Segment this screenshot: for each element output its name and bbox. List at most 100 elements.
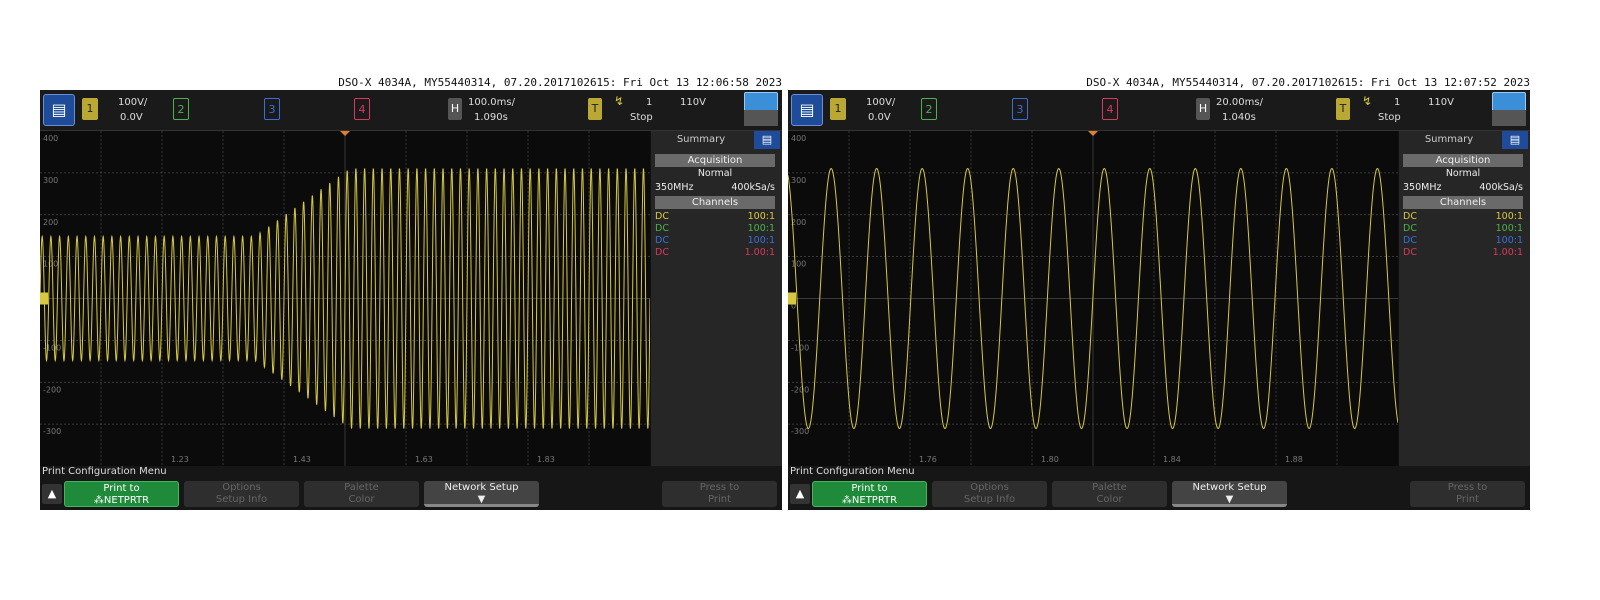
x-tick-label: 1.23 [171, 455, 189, 464]
down-arrow-icon: ▼ [1225, 494, 1234, 505]
channel-2-button[interactable]: 2 [921, 98, 937, 120]
y-tick-label: 100 [791, 260, 806, 269]
time-scale: 20.00ms/ [1216, 97, 1263, 108]
channel-4-button[interactable]: 4 [1102, 98, 1118, 120]
waveform-svg: 400300200100-100-200-3001.23 1.43 1.63 1.83… [40, 131, 650, 466]
waveform-svg: 4003002001000-100-200-3001.76 1.80 1.84 1.8… [788, 131, 1398, 466]
back-arrow-icon[interactable]: ▲ [42, 484, 62, 504]
y-tick-label: 100 [43, 260, 58, 269]
scope-header: DSO-X 4034A, MY55440314, 07.20.201710261… [1086, 76, 1530, 89]
scope-screen-left: DSO-X 4034A, MY55440314, 07.20.201710261… [40, 76, 782, 524]
y-tick-label: -200 [791, 385, 809, 394]
channels-header: Channels [1403, 196, 1523, 209]
down-arrow-icon: ▼ [477, 494, 486, 505]
softkey-menu: Print Configuration Menu ▲ Print to ⁂NETP… [788, 466, 1530, 510]
trigger-level: 110V [1428, 97, 1454, 108]
options-button[interactable]: Options Setup Info [184, 481, 299, 507]
y-tick-label: 200 [791, 218, 806, 227]
top-bar: ▤ 1 100V/ 0.0V 2 3 4 H 20.00ms/ 1.040s T… [788, 90, 1530, 131]
acq-mode: Normal [697, 168, 733, 179]
acq-bandwidth: 350MHz [1403, 182, 1442, 193]
acq-bandwidth: 350MHz [655, 182, 694, 193]
main-menu-icon[interactable]: ▤ [43, 94, 75, 126]
waveform-plot: 400 300 200 100 -100 -200 -300 1.23 1.43 1.63 1.83… [40, 131, 650, 466]
y-tick-label: -300 [791, 427, 809, 436]
scope-header: DSO-X 4034A, MY55440314, 07.20.201710261… [338, 76, 782, 89]
panel-menu-icon[interactable]: ▤ [754, 131, 780, 149]
x-tick-label: 1.83 [537, 455, 555, 464]
time-delay: 1.090s [474, 112, 508, 123]
scope-screen-right: DSO-X 4034A, MY55440314, 07.20.201710261… [788, 76, 1530, 524]
channel-1-button[interactable]: 1 [82, 98, 98, 120]
trigger-time-marker [1088, 131, 1098, 136]
top-bar: ▤ 1 100V/ 0.0V 2 3 4 H 100.0ms/ 1.090s T… [40, 90, 782, 131]
trigger-time-marker [340, 131, 350, 136]
press-to-print-button[interactable]: Press to Print [1410, 481, 1525, 507]
channel-2-button[interactable]: 2 [173, 98, 189, 120]
menu-title: Print Configuration Menu [790, 466, 915, 477]
summary-tab[interactable]: Summary [651, 131, 751, 149]
time-scale: 100.0ms/ [468, 97, 515, 108]
x-tick-label: 1.84 [1163, 455, 1181, 464]
ch1-offset: 0.0V [868, 112, 891, 123]
network-setup-button[interactable]: Network Setup ▼ [1172, 481, 1287, 507]
panel-menu-icon[interactable]: ▤ [1502, 131, 1528, 149]
palette-button[interactable]: Palette Color [304, 481, 419, 507]
trigger-level-marker [788, 292, 796, 305]
run-state: Stop [630, 112, 653, 123]
scope-display: ▤ 1 100V/ 0.0V 2 3 4 H 100.0ms/ 1.090s T… [40, 90, 782, 510]
scope-display: ▤ 1 100V/ 0.0V 2 3 4 H 20.00ms/ 1.040s T… [788, 90, 1530, 510]
trigger-source: 1 [646, 97, 653, 108]
summary-tab[interactable]: Summary [1399, 131, 1499, 149]
trigger-edge-icon: ↯ [614, 94, 625, 108]
press-to-print-button[interactable]: Press to Print [662, 481, 777, 507]
acq-mode: Normal [1445, 168, 1481, 179]
acquisition-header: Acquisition [655, 154, 775, 167]
y-tick-label: -300 [43, 427, 61, 436]
x-tick-label: 1.88 [1285, 455, 1303, 464]
palette-button[interactable]: Palette Color [1052, 481, 1167, 507]
trigger-source: 1 [1394, 97, 1401, 108]
run-state: Stop [1378, 112, 1401, 123]
ch1-scale: 100V/ [866, 97, 896, 108]
time-delay: 1.040s [1222, 112, 1256, 123]
summary-panel: Summary ▤ Acquisition Normal 350MHz 400k… [1399, 131, 1530, 466]
summary-panel: Summary ▤ Acquisition Normal 350MHz 400k… [651, 131, 782, 466]
channels-header: Channels [655, 196, 775, 209]
network-setup-button[interactable]: Network Setup ▼ [424, 481, 539, 507]
trigger-level: 110V [680, 97, 706, 108]
x-tick-label: 1.80 [1041, 455, 1059, 464]
y-tick-label: 300 [43, 176, 58, 185]
x-tick-label: 1.76 [919, 455, 937, 464]
channel-1-button[interactable]: 1 [830, 98, 846, 120]
y-tick-label: 200 [43, 218, 58, 227]
ch1-offset: 0.0V [120, 112, 143, 123]
trigger-edge-icon: ↯ [1362, 94, 1373, 108]
pattern-icon[interactable] [1492, 110, 1526, 126]
y-tick-label: 400 [43, 134, 58, 143]
trigger-button[interactable]: T [588, 98, 602, 120]
y-tick-label: -200 [43, 385, 61, 394]
horizontal-button[interactable]: H [448, 98, 462, 120]
trigger-button[interactable]: T [1336, 98, 1350, 120]
waveform-plot: 400 300 200 100 0 -100 -200 -300 1.76 1.80 1.84 1.8… [788, 131, 1398, 466]
ch1-scale: 100V/ [118, 97, 148, 108]
acq-rate: 400kSa/s [731, 182, 775, 193]
menu-title: Print Configuration Menu [42, 466, 167, 477]
channel-3-button[interactable]: 3 [1012, 98, 1028, 120]
pattern-icon[interactable] [744, 110, 778, 126]
channel-3-button[interactable]: 3 [264, 98, 280, 120]
horizontal-button[interactable]: H [1196, 98, 1210, 120]
y-tick-label: 400 [791, 134, 806, 143]
options-button[interactable]: Options Setup Info [932, 481, 1047, 507]
x-tick-label: 1.63 [415, 455, 433, 464]
softkey-menu: Print Configuration Menu ▲ Print to ⁂NETP… [40, 466, 782, 510]
x-tick-label: 1.43 [293, 455, 311, 464]
print-to-button[interactable]: Print to ⁂NETPRTR [64, 481, 179, 507]
print-to-button[interactable]: Print to ⁂NETPRTR [812, 481, 927, 507]
back-arrow-icon[interactable]: ▲ [790, 484, 810, 504]
acquisition-header: Acquisition [1403, 154, 1523, 167]
channel-4-button[interactable]: 4 [354, 98, 370, 120]
main-menu-icon[interactable]: ▤ [791, 94, 823, 126]
y-tick-label: 300 [791, 176, 806, 185]
